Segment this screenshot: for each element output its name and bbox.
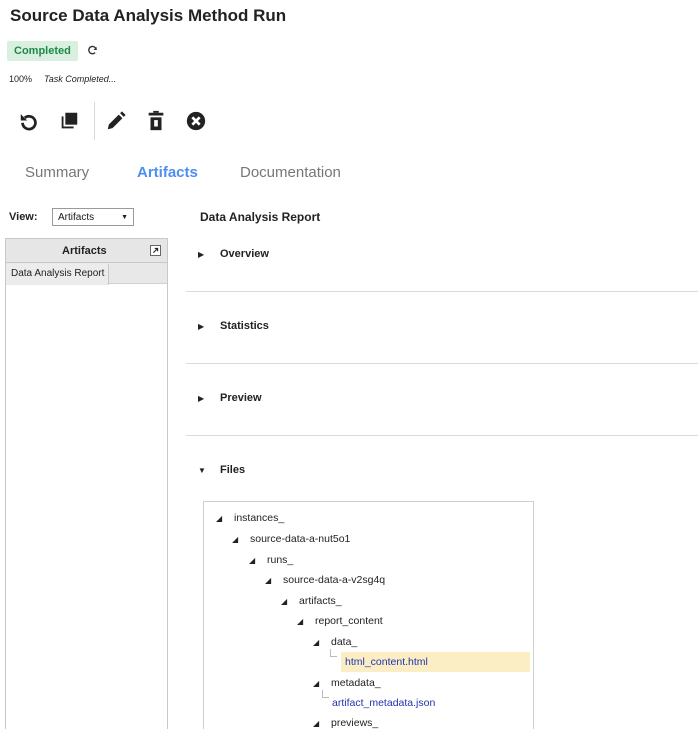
refresh-icon[interactable]: [87, 44, 98, 59]
tree-node-label: artifacts_: [299, 595, 342, 607]
expand-icon[interactable]: [150, 245, 161, 256]
tree-node-label: report_content: [315, 615, 383, 627]
tree-node-label: runs_: [267, 554, 294, 566]
tab-summary[interactable]: Summary: [25, 164, 89, 181]
edit-button[interactable]: [101, 106, 131, 136]
trash-icon: [148, 110, 164, 131]
section-files[interactable]: ▼ Files: [198, 464, 245, 476]
copy-button[interactable]: [54, 106, 84, 136]
expanded-triangle-icon: ◢: [249, 555, 256, 565]
artifacts-panel-title: Artifacts: [62, 245, 107, 257]
delete-button[interactable]: [141, 106, 171, 136]
chevron-right-icon: ▶: [198, 249, 205, 259]
status-badge: Completed: [7, 41, 78, 61]
tree-node-report-content[interactable]: ◢ report_content: [297, 611, 383, 631]
page-title: Source Data Analysis Method Run: [10, 6, 287, 25]
tree-leaf-label: html_content.html: [345, 656, 428, 668]
progress-message: Task Completed...: [44, 74, 117, 84]
tree-node-label: data_: [331, 636, 358, 648]
tree-node-runs[interactable]: ◢ runs_: [249, 550, 293, 570]
expanded-triangle-icon: ◢: [232, 534, 239, 544]
expanded-triangle-icon: ◢: [281, 596, 288, 606]
tree-node-source-data-a-v2sg4q[interactable]: ◢ source-data-a-v2sg4q: [265, 570, 385, 590]
tree-node-source-data-a-nut5o1[interactable]: ◢ source-data-a-nut5o1: [232, 529, 350, 549]
chevron-down-icon: ▼: [121, 213, 128, 221]
pencil-icon: [107, 111, 126, 130]
section-overview[interactable]: ▶ Overview: [198, 248, 269, 260]
view-select-value: Artifacts: [58, 211, 95, 223]
undo-icon: [20, 114, 37, 131]
tree-leaf-label: artifact_metadata.json: [332, 697, 436, 709]
tree-leaf-html-content[interactable]: html_content.html: [341, 652, 530, 672]
section-divider: [186, 435, 698, 436]
status-row: Completed: [7, 40, 98, 62]
files-tree: ◢ instances_ ◢ source-data-a-nut5o1 ◢ ru…: [203, 501, 534, 729]
view-select[interactable]: Artifacts ▼: [52, 208, 134, 226]
toolbar-divider: [94, 102, 95, 140]
close-circle-icon: [186, 111, 206, 131]
toolbar: [14, 102, 221, 140]
chevron-right-icon: ▶: [198, 393, 205, 403]
tab-documentation[interactable]: Documentation: [240, 164, 341, 181]
tree-connector: [322, 690, 329, 698]
cancel-button[interactable]: [181, 106, 211, 136]
section-statistics-label: Statistics: [220, 320, 269, 332]
artifact-list-row: Data Analysis Report: [6, 263, 167, 285]
tree-node-artifacts[interactable]: ◢ artifacts_: [281, 591, 342, 611]
tab-bar: Summary Artifacts Documentation: [0, 160, 698, 188]
expanded-triangle-icon: ◢: [313, 718, 320, 728]
tree-node-previews[interactable]: ◢ previews_: [313, 713, 378, 729]
view-label: View:: [9, 211, 38, 223]
rerun-button[interactable]: [14, 106, 44, 136]
tree-node-label: source-data-a-nut5o1: [250, 533, 351, 545]
chevron-right-icon: ▶: [198, 321, 205, 331]
artifacts-panel: Artifacts Data Analysis Report: [5, 238, 168, 729]
expanded-triangle-icon: ◢: [313, 678, 320, 688]
tree-node-label: previews_: [331, 717, 379, 729]
copy-icon: [61, 112, 78, 129]
artifacts-panel-header: Artifacts: [6, 239, 167, 263]
expanded-triangle-icon: ◢: [216, 513, 223, 523]
progress-percent: 100%: [9, 74, 33, 84]
section-preview[interactable]: ▶ Preview: [198, 392, 262, 404]
tree-connector: [330, 649, 337, 657]
report-title: Data Analysis Report: [200, 210, 321, 224]
tree-node-instances[interactable]: ◢ instances_: [216, 508, 284, 528]
expanded-triangle-icon: ◢: [297, 616, 304, 626]
expanded-triangle-icon: ◢: [265, 575, 272, 585]
tree-node-label: instances_: [234, 512, 285, 524]
tree-node-label: source-data-a-v2sg4q: [283, 574, 386, 586]
expanded-triangle-icon: ◢: [313, 637, 320, 647]
section-divider: [186, 363, 698, 364]
progress-row: 100% Task Completed...: [9, 74, 116, 84]
section-preview-label: Preview: [220, 392, 262, 404]
section-overview-label: Overview: [220, 248, 269, 260]
tab-artifacts[interactable]: Artifacts: [137, 164, 198, 181]
section-statistics[interactable]: ▶ Statistics: [198, 320, 269, 332]
chevron-down-icon: ▼: [198, 465, 206, 475]
tree-node-label: metadata_: [331, 677, 381, 689]
section-files-label: Files: [220, 464, 246, 476]
artifact-item-data-analysis-report[interactable]: Data Analysis Report: [6, 264, 110, 285]
tree-leaf-artifact-metadata[interactable]: artifact_metadata.json: [332, 693, 435, 713]
section-divider: [186, 291, 698, 292]
